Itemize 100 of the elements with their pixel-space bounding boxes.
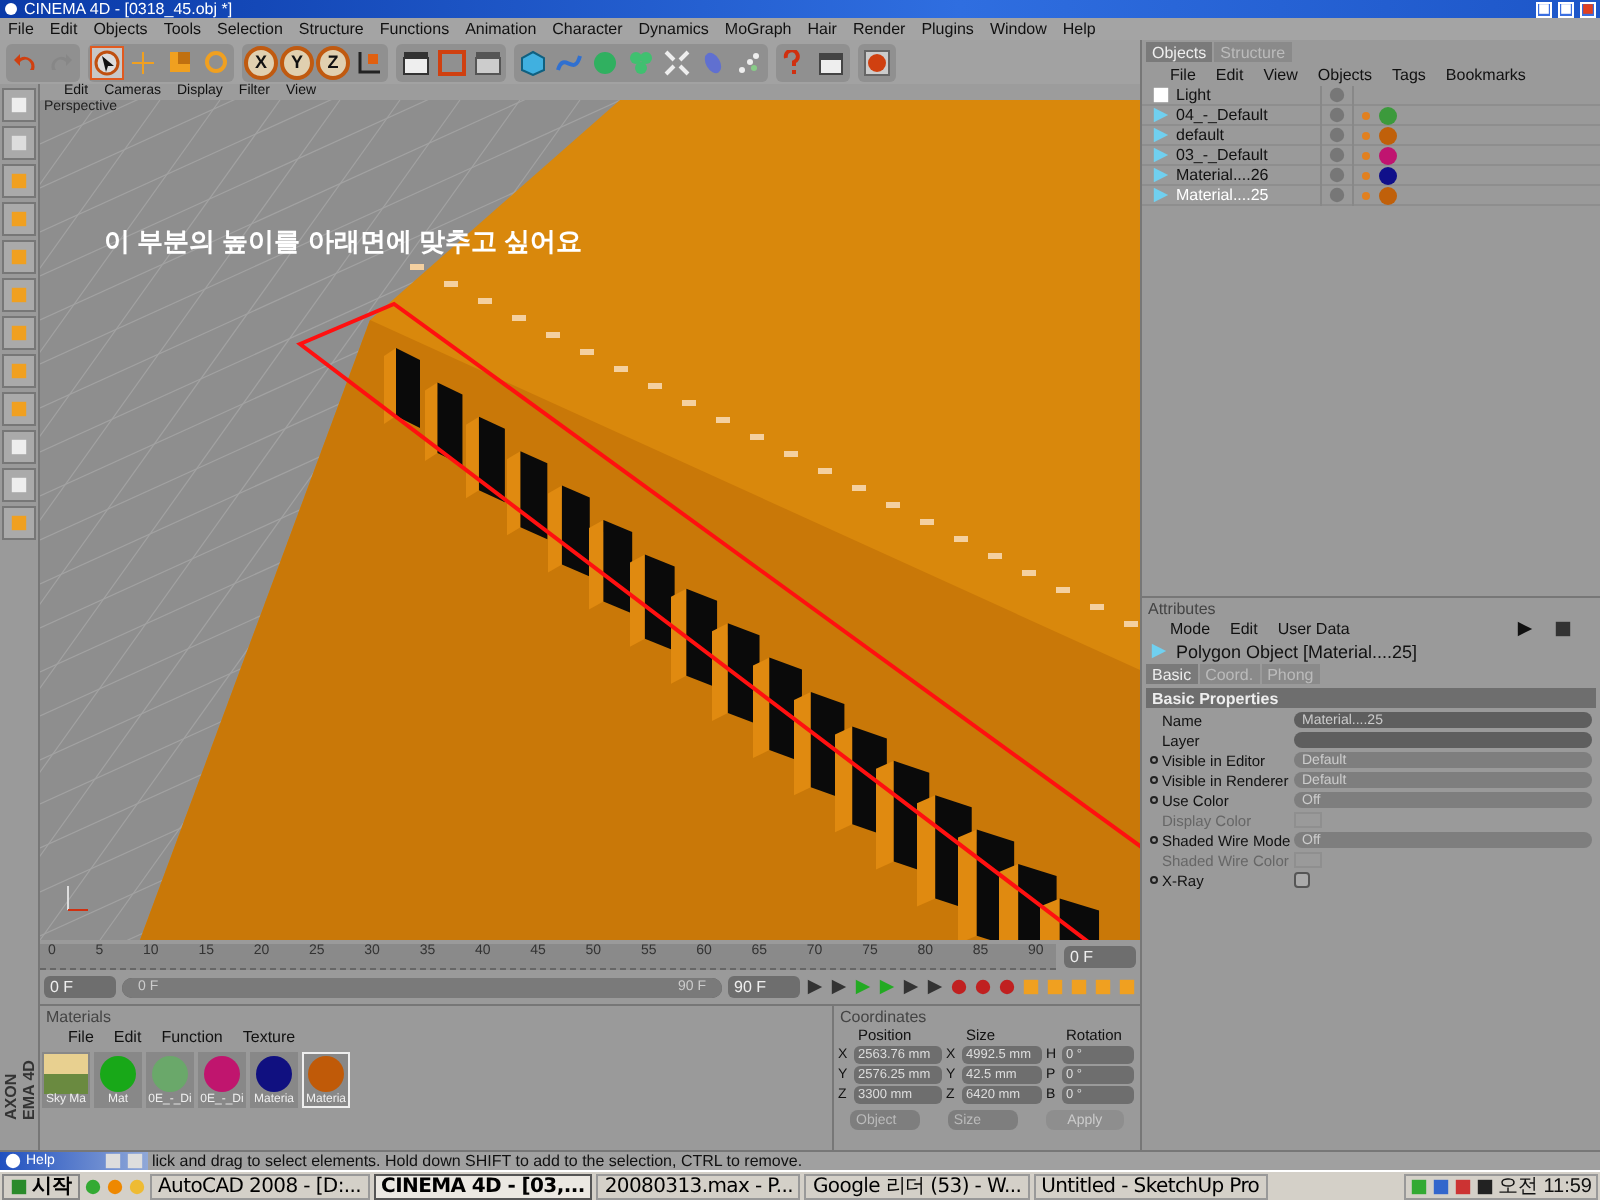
tool-button[interactable] (2, 468, 36, 502)
menu-item[interactable]: Animation (465, 20, 537, 38)
object-title: Polygon Object [Material....25] (1176, 641, 1418, 661)
taskbar-button[interactable]: CINEMA 4D - [03,... (373, 1173, 593, 1199)
record-button[interactable] (950, 977, 968, 997)
menu-item[interactable]: Dynamics (638, 20, 709, 38)
menu-item[interactable]: Plugins (921, 20, 974, 38)
object-row[interactable]: Material....26 (1142, 166, 1600, 186)
logo: AXON EMA 4D (1, 1060, 37, 1120)
object-row[interactable]: default (1142, 126, 1600, 146)
sphere-icon (254, 1054, 294, 1094)
record-button[interactable] (998, 977, 1016, 997)
taskbar-button[interactable]: Untitled - SketchUp Pro (1033, 1173, 1268, 1199)
menu-item[interactable]: Help (1062, 20, 1096, 38)
tool-button[interactable] (2, 354, 36, 388)
menu-item[interactable]: Mode (1170, 620, 1211, 638)
menu-item[interactable]: Character (552, 20, 623, 38)
tool-button[interactable] (2, 278, 36, 312)
text-field[interactable] (1294, 732, 1592, 748)
start-button[interactable]: 시작 (2, 1173, 80, 1199)
clock: 오전 11:59 (1497, 1174, 1592, 1200)
sphere-icon (98, 1054, 138, 1094)
menu-item[interactable]: Texture (242, 1028, 296, 1046)
tool-button[interactable] (2, 126, 36, 160)
menu-item[interactable]: Window (989, 20, 1047, 38)
object-row[interactable]: 04_-_Default (1142, 106, 1600, 126)
transport-button[interactable] (926, 977, 944, 997)
sphere-icon (150, 1054, 190, 1094)
triangle-icon (1150, 642, 1168, 660)
app-icon (4, 2, 18, 16)
start-frame-field[interactable]: 0 F (44, 976, 116, 998)
clapperboard-icon (473, 49, 501, 75)
tool-button[interactable] (2, 164, 36, 198)
window-title: CINEMA 4D - [0318_45.obj *] (24, 0, 235, 18)
tool-button[interactable] (2, 202, 36, 236)
taskbar-button[interactable]: Google 리더 (53) - W... (804, 1173, 1030, 1199)
object-name: Light (1174, 86, 1213, 104)
menu-item[interactable]: View (1263, 66, 1298, 84)
axis-button[interactable]: X (244, 45, 278, 79)
record-button[interactable] (974, 977, 992, 997)
tool-button[interactable] (2, 392, 36, 426)
transport-button[interactable] (830, 977, 848, 997)
object-name: Material....25 (1174, 186, 1271, 204)
menu-item[interactable]: File (68, 1028, 94, 1046)
cube-icon (520, 49, 546, 75)
sphere-icon (592, 49, 618, 75)
tool-button[interactable] (2, 316, 36, 350)
panel-title: Coordinates (840, 1007, 927, 1025)
arrows-icon (664, 49, 690, 75)
axis-button[interactable]: Z (316, 45, 350, 79)
menu-item[interactable]: Structure (298, 20, 364, 38)
object-name: 03_-_Default (1174, 146, 1270, 164)
menu-item[interactable]: Edit (1230, 620, 1258, 638)
tab[interactable]: Objects (1146, 42, 1213, 62)
back-arrow-icon[interactable] (1516, 620, 1534, 638)
tab[interactable]: Basic (1146, 664, 1198, 684)
menu-item[interactable]: Function (161, 1028, 223, 1046)
clapperboard-icon (401, 49, 429, 75)
object-name: 04_-_Default (1174, 106, 1270, 124)
object-row[interactable]: 03_-_Default (1142, 146, 1600, 166)
menu-item[interactable]: Edit (1215, 66, 1244, 84)
sphere-icon (202, 1054, 242, 1094)
menu-item[interactable]: Tools (163, 20, 201, 38)
menu-item[interactable]: Objects (1317, 66, 1373, 84)
menu-item[interactable]: Hair (807, 20, 837, 38)
transport-button[interactable] (902, 977, 920, 997)
toolbar-button[interactable] (90, 45, 124, 79)
cluster-icon (628, 49, 654, 75)
menu-item[interactable]: File (8, 20, 34, 38)
material-tag-icon (1360, 145, 1400, 165)
menu-item[interactable]: Selection (217, 20, 283, 38)
tool-button[interactable] (2, 240, 36, 274)
move-icon (130, 49, 156, 75)
tool-button[interactable] (2, 88, 36, 122)
menu-item[interactable]: Tags (1392, 66, 1426, 84)
axis-button[interactable]: Y (280, 45, 314, 79)
menu-item[interactable]: User Data (1277, 620, 1350, 638)
object-row[interactable]: Light (1142, 86, 1600, 106)
frame-field[interactable]: 0 F (1064, 946, 1136, 968)
object-name: default (1174, 126, 1227, 144)
end-frame-field[interactable]: 90 F (728, 976, 800, 998)
menu-item[interactable]: MoGraph (724, 20, 792, 38)
menu-item[interactable]: Bookmarks (1445, 66, 1526, 84)
annotation-text: 이 부분의 높이를 아래면에 맞추고 싶어요 (104, 224, 583, 260)
transport-button[interactable] (806, 977, 824, 997)
menu-item[interactable]: File (1170, 66, 1196, 84)
taskbar-button[interactable]: AutoCAD 2008 - [D:... (150, 1173, 370, 1199)
checkbox[interactable] (1294, 872, 1310, 888)
object-name: Material....26 (1174, 166, 1271, 184)
menu-item[interactable]: Render (852, 20, 906, 38)
menu-item[interactable]: Edit (113, 1028, 142, 1046)
menu-item[interactable]: Edit (49, 20, 78, 38)
menu-item[interactable]: Functions (379, 20, 450, 38)
calendar-icon (818, 49, 844, 75)
material-tag-icon (1360, 105, 1400, 125)
tool-button[interactable] (2, 430, 36, 464)
tool-button[interactable] (2, 506, 36, 540)
menu-item[interactable]: Objects (93, 20, 148, 38)
taskbar-button[interactable]: 20080313.max - P... (596, 1173, 801, 1199)
panel-title: Materials (46, 1007, 111, 1025)
